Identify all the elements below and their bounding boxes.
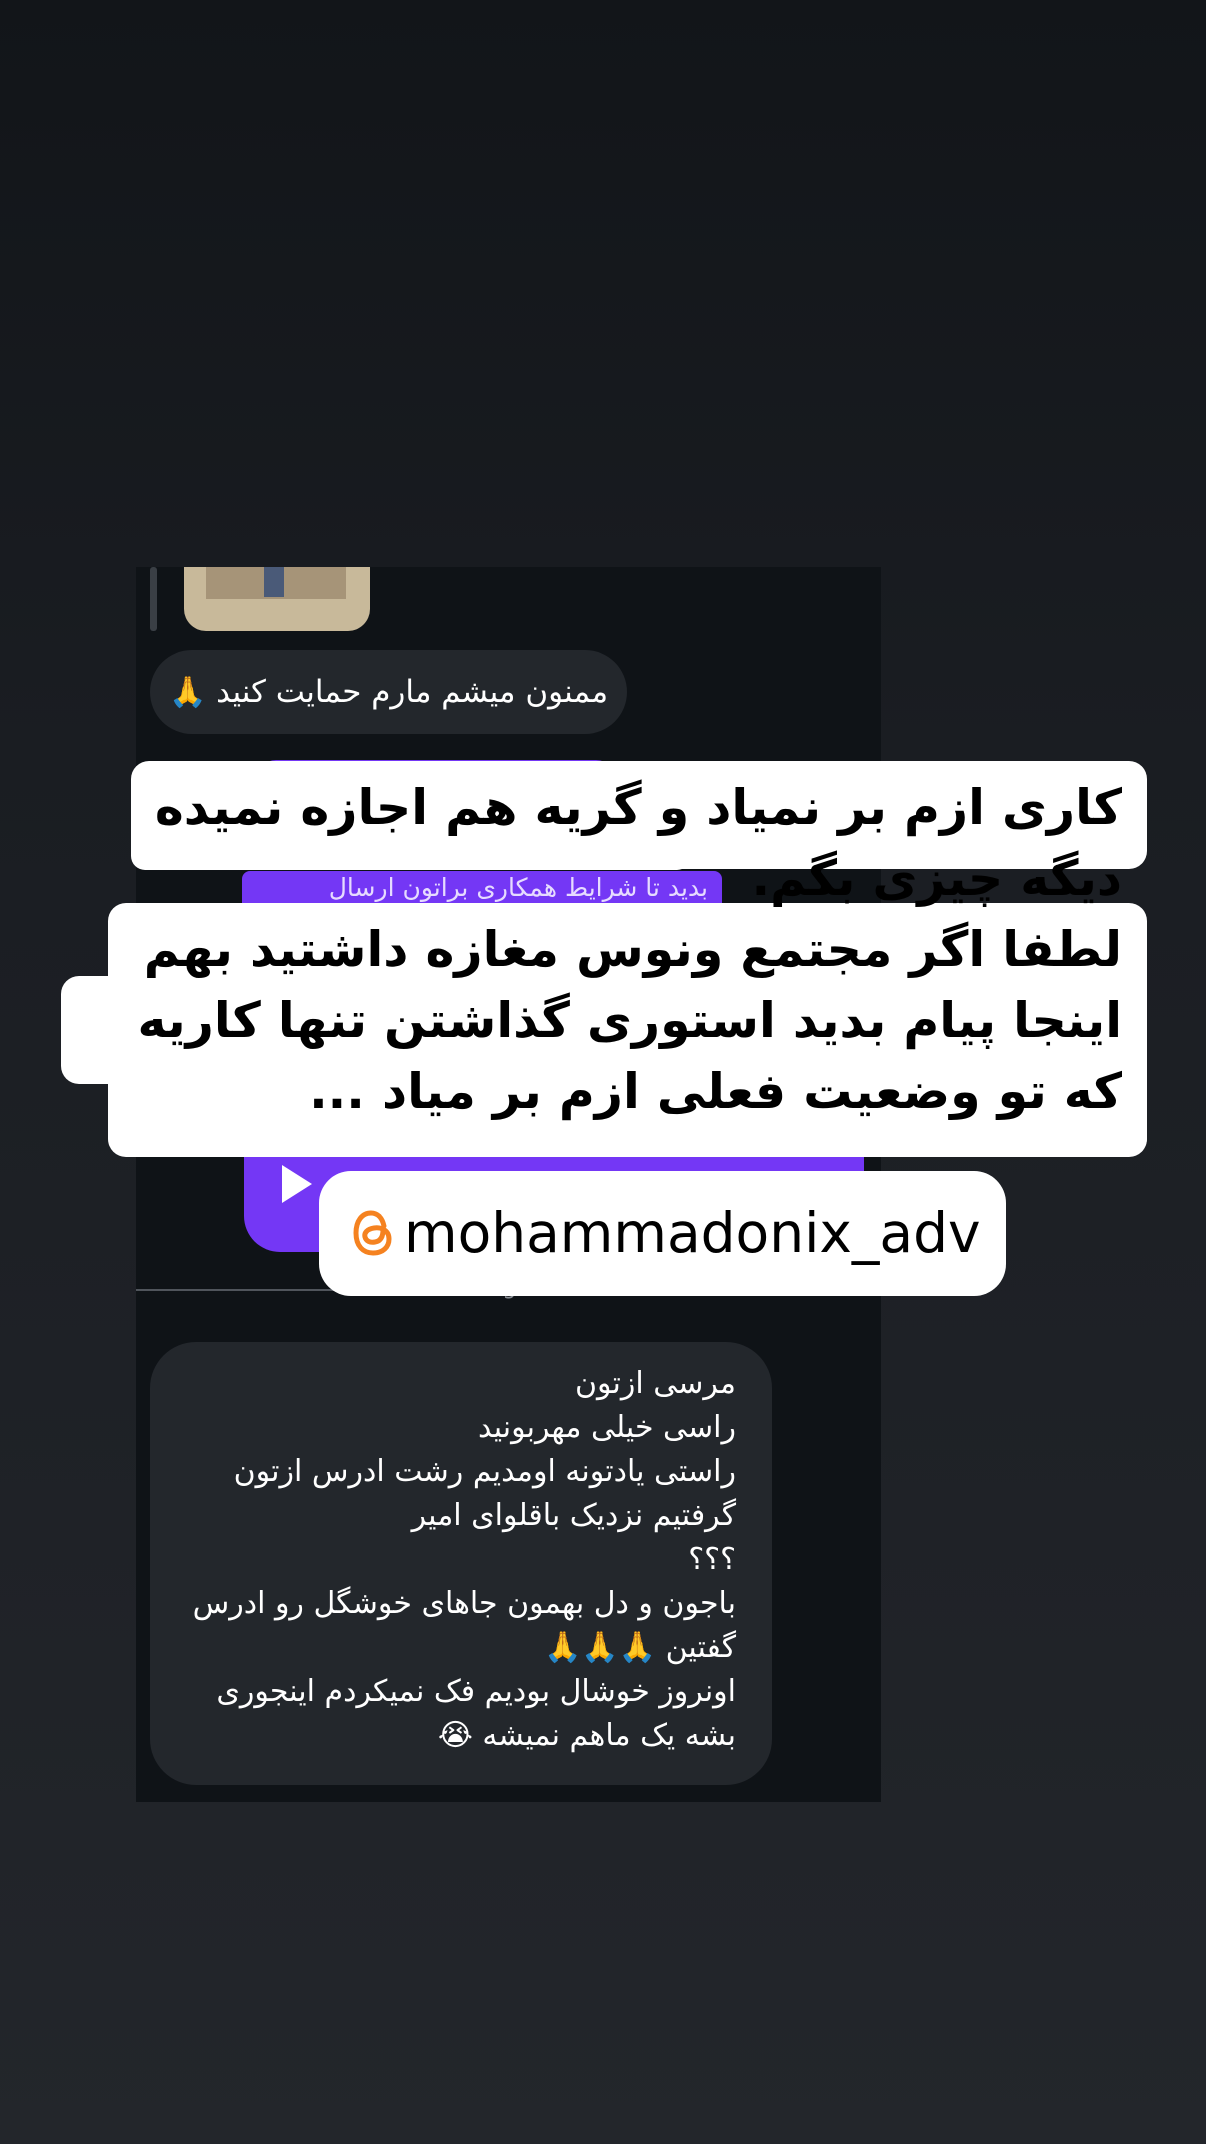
message-lines: مرسی ازتون راسی خیلی مهربونید راستی یادت… bbox=[176, 1362, 736, 1758]
play-icon[interactable] bbox=[282, 1165, 312, 1203]
reply-indicator bbox=[150, 567, 157, 631]
message-text: ممنون میشم مارم حمایت کنید bbox=[216, 674, 609, 710]
image-thumbnail[interactable] bbox=[184, 567, 370, 631]
pray-emoji: 🙏 bbox=[168, 675, 207, 710]
message-bubble-support[interactable]: ممنون میشم مارم حمایت کنید 🙏 bbox=[150, 650, 627, 734]
caption-line: لطفا اگر مجتمع ونوس مغازه داشتید بهم bbox=[143, 921, 1122, 978]
thumbnail-figure bbox=[264, 567, 284, 597]
message-line: گرفتیم نزدیک باقلوای امیر bbox=[411, 1498, 736, 1533]
message-line: گفتین 🙏🙏🙏 bbox=[544, 1630, 736, 1665]
message-line: اونروز خوشال بودیم فک نمیکردم اینجوری bbox=[216, 1674, 736, 1709]
caption-line: اینجا پیام بدید استوری گذاشتن تنها کاریه bbox=[137, 992, 1122, 1049]
message-line: راسی خیلی مهربونید bbox=[477, 1410, 736, 1445]
caption-line: که تو وضعیت فعلی ازم بر میاد ... bbox=[309, 1063, 1122, 1120]
caption-line: دیگه چیزی بگم. bbox=[751, 850, 1122, 907]
threads-icon bbox=[353, 1210, 392, 1256]
message-line: باجون و دل بهمون جاهای خوشگل رو ادرس bbox=[192, 1586, 736, 1621]
message-line: ؟؟؟ bbox=[688, 1542, 736, 1577]
message-line: بشه یک ماهم نمیشه 😭 bbox=[437, 1718, 736, 1753]
caption-line: کاری ازم بر نمیاد و گریه هم اجازه نمیده bbox=[154, 779, 1122, 836]
story-caption: کاری ازم بر نمیاد و گریه هم اجازه نمیده … bbox=[60, 772, 1122, 1127]
message-line: راستی یادتونه اومدیم رشت ادرس ازتون bbox=[233, 1454, 736, 1489]
threads-handle[interactable]: mohammadonix_adv bbox=[404, 1193, 981, 1273]
message-bubble-thanks[interactable]: مرسی ازتون راسی خیلی مهربونید راستی یادت… bbox=[150, 1342, 772, 1785]
message-line: مرسی ازتون bbox=[574, 1366, 736, 1401]
